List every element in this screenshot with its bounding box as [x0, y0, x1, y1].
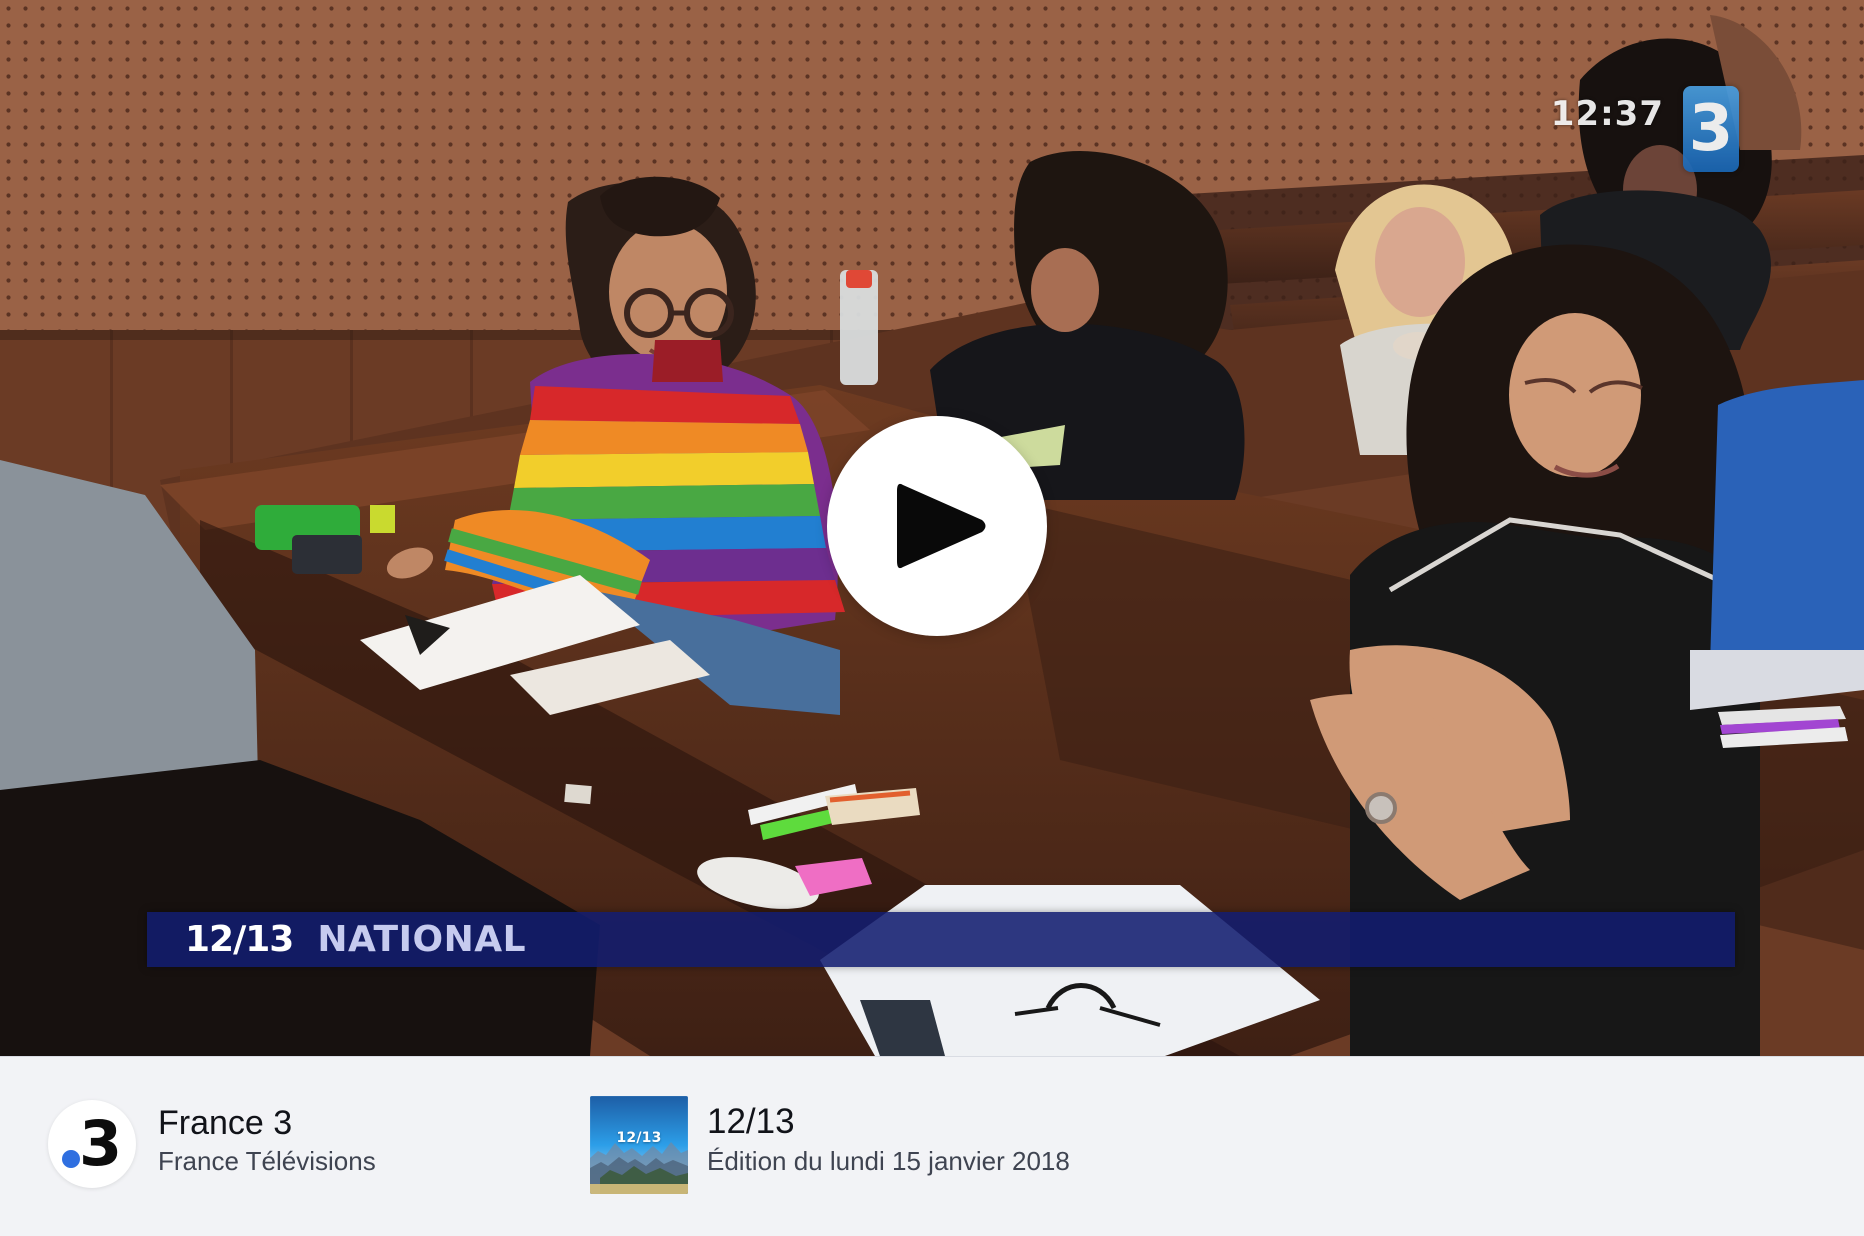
program-title[interactable]: 12/13 [707, 1101, 795, 1143]
program-thumbnail[interactable]: 12/13 [590, 1096, 688, 1194]
channel-logo-dot [62, 1150, 80, 1168]
lower-third-label: NATIONAL [317, 919, 527, 960]
channel-logo-number: 3 [79, 1107, 122, 1180]
play-icon [897, 483, 986, 569]
lower-third-banner: 12/13 NATIONAL [147, 912, 1735, 967]
lower-third-show-name: 12/13 [185, 919, 294, 960]
program-edition[interactable]: Édition du lundi 15 janvier 2018 [707, 1145, 1070, 1177]
video-frame[interactable]: 12:37 3 12/13 NATIONAL [0, 0, 1864, 1056]
channel-network[interactable]: France Télévisions [158, 1145, 376, 1177]
play-button[interactable] [827, 416, 1047, 636]
broadcast-clock: 12:37 [1550, 94, 1664, 134]
program-thumbnail-title: 12/13 [616, 1130, 662, 1146]
video-player: 12:37 3 12/13 NATIONAL 3 France 3 France… [0, 0, 1864, 1236]
channel-name[interactable]: France 3 [158, 1103, 292, 1143]
france-3-watermark-icon: 3 [1683, 86, 1739, 172]
channel-logo[interactable]: 3 [48, 1100, 136, 1188]
